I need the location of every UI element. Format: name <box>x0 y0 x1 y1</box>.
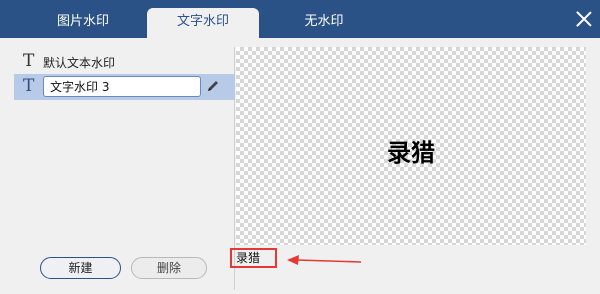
watermark-item-label: 默认文本水印 <box>43 56 116 70</box>
watermark-dialog: 图片水印 文字水印 无水印 T 默认文本水印 T 新建 删除 录猎 录猎 <box>0 0 600 294</box>
watermark-item-default[interactable]: T 默认文本水印 <box>14 49 235 75</box>
watermark-list-panel: T 默认文本水印 T 新建 删除 <box>14 47 235 290</box>
watermark-text-field[interactable]: 录猎 <box>236 249 260 266</box>
pencil-icon[interactable] <box>206 79 220 93</box>
watermark-item-selected[interactable]: T <box>14 74 235 100</box>
text-t-icon: T <box>23 51 35 71</box>
new-button[interactable]: 新建 <box>40 257 121 279</box>
close-icon[interactable] <box>575 10 593 28</box>
tab-no-watermark[interactable]: 无水印 <box>268 8 380 38</box>
tab-image-watermark[interactable]: 图片水印 <box>27 8 139 38</box>
preview-text: 录猎 <box>387 139 435 167</box>
tab-bar: 图片水印 文字水印 无水印 <box>0 0 600 38</box>
watermark-name-input[interactable] <box>43 76 201 97</box>
delete-button[interactable]: 删除 <box>131 257 207 279</box>
arrow-icon <box>287 255 362 265</box>
tab-text-watermark[interactable]: 文字水印 <box>147 8 259 38</box>
watermark-preview: 录猎 <box>236 47 586 245</box>
text-t-icon: T <box>23 76 35 96</box>
